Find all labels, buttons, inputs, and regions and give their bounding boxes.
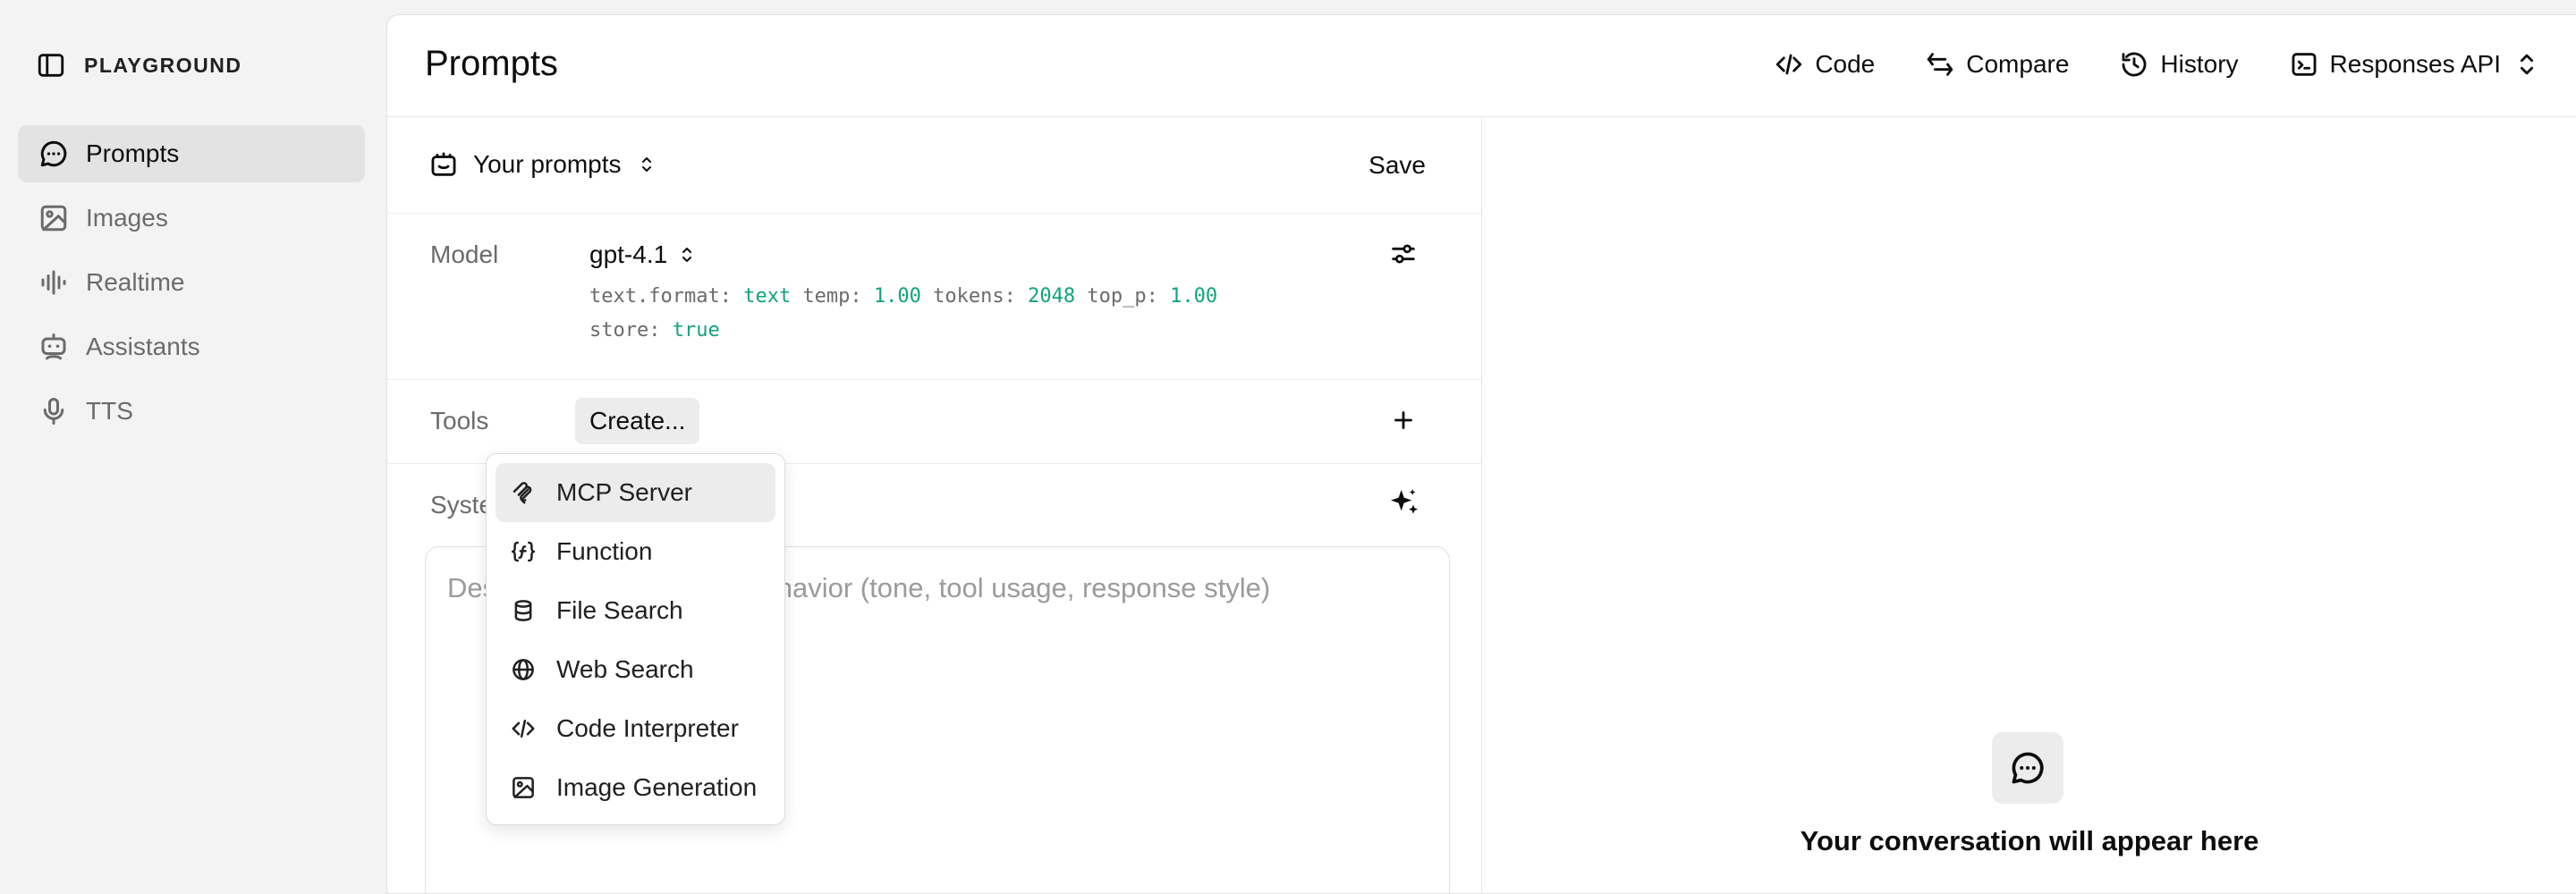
param-key: store: xyxy=(589,319,661,342)
mcp-icon xyxy=(510,479,537,506)
code-icon xyxy=(510,715,537,742)
model-params-line-2: store: true xyxy=(589,319,720,342)
menu-item-file-search[interactable]: File Search xyxy=(496,581,775,640)
menu-item-label: File Search xyxy=(556,596,683,624)
database-icon xyxy=(510,597,537,624)
param-value: 1.00 xyxy=(873,285,921,308)
tools-label: Tools xyxy=(430,407,489,434)
model-label: Model xyxy=(430,240,499,268)
menu-item-label: Code Interpreter xyxy=(556,714,739,742)
robot-icon xyxy=(38,331,70,363)
create-tool-button[interactable]: Create... xyxy=(575,398,700,444)
sidebar-item-realtime[interactable]: Realtime xyxy=(18,254,365,311)
plus-icon xyxy=(1388,405,1419,435)
param-value: true xyxy=(672,319,720,342)
generate-button[interactable] xyxy=(1386,485,1422,521)
sidebar-item-tts[interactable]: TTS xyxy=(18,383,365,440)
param-key: tokens: xyxy=(933,285,1016,308)
model-settings-button[interactable] xyxy=(1388,239,1419,269)
sparkle-icon xyxy=(1386,485,1422,521)
menu-item-label: MCP Server xyxy=(556,478,692,506)
menu-item-label: Function xyxy=(556,537,653,565)
microphone-icon xyxy=(38,395,70,427)
chat-bubble-icon xyxy=(2008,748,2047,788)
page-title: Prompts xyxy=(425,44,558,83)
playground-app: PLAYGROUND Prompts Images Realtime Assis… xyxy=(0,0,2576,894)
prompt-box-icon xyxy=(428,149,459,180)
compare-button-label: Compare xyxy=(1966,50,2070,78)
function-braces-icon xyxy=(510,538,537,565)
api-selector-label: Responses API xyxy=(2329,50,2501,78)
globe-icon xyxy=(510,656,537,683)
prompt-selector[interactable]: Your prompts xyxy=(428,149,657,180)
api-selector[interactable]: Responses API xyxy=(2289,49,2542,80)
image-icon xyxy=(38,202,70,234)
menu-item-label: Image Generation xyxy=(556,773,758,801)
param-value: 2048 xyxy=(1028,285,1076,308)
compare-icon xyxy=(1925,49,1955,80)
sliders-icon xyxy=(1388,239,1419,269)
tools-row: Tools Create... xyxy=(387,380,1481,464)
model-row: Model gpt-4.1 text.format: text temp: 1.… xyxy=(387,214,1481,380)
chevron-up-down-icon xyxy=(636,154,657,175)
sidebar-item-images[interactable]: Images xyxy=(18,190,365,247)
chevron-up-down-icon xyxy=(2512,49,2542,80)
history-button-label: History xyxy=(2160,50,2239,78)
sidebar-item-label: Realtime xyxy=(86,268,185,296)
image-icon xyxy=(510,774,537,801)
sidebar-item-prompts[interactable]: Prompts xyxy=(18,125,365,182)
sidebar-item-assistants[interactable]: Assistants xyxy=(18,318,365,375)
param-value: 1.00 xyxy=(1170,285,1218,308)
param-value: text xyxy=(743,285,792,308)
sidebar-item-label: Prompts xyxy=(86,139,180,167)
header-actions: Code Compare History Responses API xyxy=(1774,49,2542,80)
menu-item-function[interactable]: Function xyxy=(496,522,775,581)
model-name: gpt-4.1 xyxy=(589,240,668,268)
model-params-line-1: text.format: text temp: 1.00 tokens: 204… xyxy=(589,285,1217,308)
menu-item-mcp-server[interactable]: MCP Server xyxy=(496,463,775,522)
param-key: top_p: xyxy=(1087,285,1158,308)
sidebar: PLAYGROUND Prompts Images Realtime Assis… xyxy=(0,0,385,894)
sidebar-nav: Prompts Images Realtime Assistants TTS xyxy=(18,125,365,447)
conversation-empty-text: Your conversation will appear here xyxy=(1800,825,2259,856)
waveform-icon xyxy=(38,266,70,299)
code-button-label: Code xyxy=(1815,50,1876,78)
brand-label: PLAYGROUND xyxy=(84,53,242,77)
prompt-selector-label: Your prompts xyxy=(473,150,622,178)
model-selector[interactable]: gpt-4.1 xyxy=(589,240,698,269)
conversation-panel: Your conversation will appear here xyxy=(1482,117,2576,894)
history-button[interactable]: History xyxy=(2119,49,2239,80)
brand: PLAYGROUND xyxy=(36,50,242,80)
param-key: temp: xyxy=(802,285,862,308)
header: Prompts Code Compare History Responses A… xyxy=(387,15,2576,117)
param-key: text.format: xyxy=(589,285,732,308)
code-icon xyxy=(1774,49,1804,80)
terminal-icon xyxy=(2289,49,2319,80)
compare-button[interactable]: Compare xyxy=(1925,49,2069,80)
sidebar-item-label: Images xyxy=(86,204,168,232)
chevron-up-down-icon xyxy=(676,244,698,266)
sidebar-item-label: Assistants xyxy=(86,333,200,360)
chat-bubble-icon xyxy=(38,138,70,170)
save-button[interactable]: Save xyxy=(1368,151,1426,180)
sidebar-toggle-icon[interactable] xyxy=(36,50,66,80)
menu-item-web-search[interactable]: Web Search xyxy=(496,640,775,699)
code-button[interactable]: Code xyxy=(1774,49,1875,80)
menu-item-code-interpreter[interactable]: Code Interpreter xyxy=(496,699,775,758)
sidebar-item-label: TTS xyxy=(86,397,133,425)
menu-item-label: Web Search xyxy=(556,655,694,683)
add-tool-button[interactable] xyxy=(1388,405,1419,435)
prompt-bar: Your prompts Save xyxy=(387,117,1481,214)
tool-dropdown-menu: MCP Server Function File Search Web Sear… xyxy=(486,453,785,825)
conversation-empty-icon-box xyxy=(1992,732,2063,804)
history-icon xyxy=(2119,49,2149,80)
menu-item-image-generation[interactable]: Image Generation xyxy=(496,758,775,817)
